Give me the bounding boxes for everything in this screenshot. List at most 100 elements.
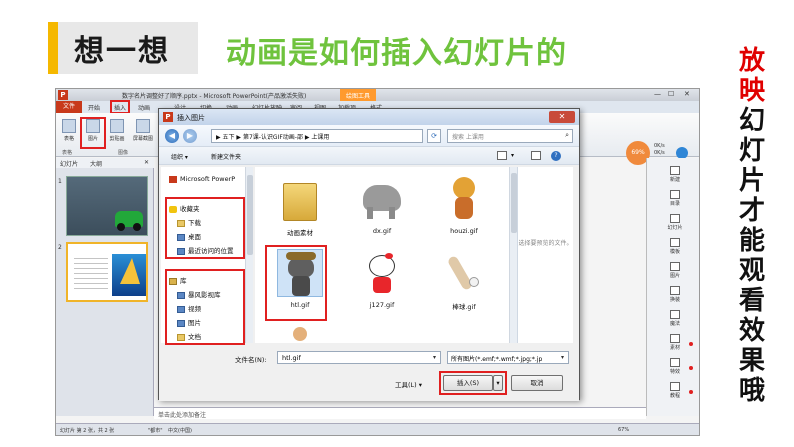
download-speed: 0K/s xyxy=(654,150,665,156)
cancel-button[interactable]: 取消 xyxy=(511,375,563,391)
search-icon: ⌕ xyxy=(565,131,569,139)
context-tool-tab[interactable]: 绘图工具 xyxy=(340,89,377,101)
libraries-highlight xyxy=(165,269,245,345)
dialog-footer: 文件名(N): htl.gif ▾ 所有图片(*.emf;*.wmf;*.jpg… xyxy=(159,345,579,401)
network-stats: 0K/s 0K/s xyxy=(654,143,665,157)
nav-scrollbar[interactable] xyxy=(245,167,253,343)
effects-icon xyxy=(670,358,680,367)
rp-picture-label: 图片 xyxy=(669,273,680,279)
slide-thumbnail-2[interactable] xyxy=(66,242,148,302)
side-note-char: 幻 xyxy=(738,106,765,136)
minimize-icon[interactable]: — xyxy=(654,90,661,98)
slide-info: 幻灯片 第 2 张，共 2 张 xyxy=(60,428,115,434)
refresh-icon[interactable]: ⟳ xyxy=(427,129,441,143)
rp-template[interactable]: 模板 xyxy=(657,238,693,255)
side-note-char: 哦 xyxy=(738,376,765,406)
organize-button[interactable]: 组织 ▾ xyxy=(171,152,188,161)
side-note-char: 映 xyxy=(738,76,765,106)
side-note-char: 能 xyxy=(738,226,765,256)
hello-kitty-picture xyxy=(359,249,405,297)
text-lines xyxy=(74,254,108,290)
favorites-highlight xyxy=(165,197,245,259)
upload-speed: 0K/s xyxy=(654,143,665,149)
preview-pane: 选择要预览的文件。 xyxy=(517,167,573,343)
file-name: 棒球.gif xyxy=(452,303,476,311)
tab-outline[interactable]: 大纲 xyxy=(90,159,102,168)
rp-toc[interactable]: 目录 xyxy=(657,190,693,207)
filename-label: 文件名(N): xyxy=(235,356,267,364)
nav-item-powerpoint[interactable]: Microsoft PowerP xyxy=(169,175,235,183)
rp-material-label: 素材 xyxy=(669,345,680,351)
toc-icon xyxy=(670,190,680,199)
filename-input[interactable]: htl.gif xyxy=(277,351,441,364)
filetype-select[interactable]: 所有图片(*.emf;*.wmf;*.jpg;*.jp xyxy=(447,351,569,364)
help-icon[interactable]: ? xyxy=(551,151,561,161)
rp-picture[interactable]: 图片 xyxy=(657,262,693,279)
notes-pane[interactable]: 单击此处添加备注 xyxy=(154,407,646,419)
insert-tab-highlight xyxy=(110,100,130,114)
file-name: 动画素材 xyxy=(287,229,313,237)
right-tool-pane: 新建 目录 幻灯片 模板 图片 换装 魔法 素材 特效 教程 xyxy=(646,158,699,416)
rp-slides[interactable]: 幻灯片 xyxy=(657,214,693,231)
screenshot-button[interactable]: 屏幕截图 xyxy=(130,119,156,142)
file-item-baseball[interactable]: 棒球.gif xyxy=(433,249,495,311)
slide-thumbnail-1[interactable] xyxy=(66,176,148,236)
rp-magic[interactable]: 魔法 xyxy=(657,310,693,327)
side-note-char: 效 xyxy=(738,316,765,346)
rp-new[interactable]: 新建 xyxy=(657,166,693,183)
rp-tutorial[interactable]: 教程 xyxy=(657,382,693,399)
close-pane-icon[interactable]: ✕ xyxy=(144,159,149,166)
file-name: houzi.gif xyxy=(450,227,478,235)
tab-home[interactable]: 开始 xyxy=(88,103,100,112)
back-button[interactable]: ◀ xyxy=(165,129,179,143)
filename-dropdown-icon[interactable]: ▾ xyxy=(433,354,436,361)
group-label-table: 表格 xyxy=(62,150,73,156)
sail-icon xyxy=(120,258,140,284)
car-icon xyxy=(115,211,143,231)
status-bar: 幻灯片 第 2 张，共 2 张 "都市" 中文(中国) 67% xyxy=(56,423,699,435)
address-field[interactable]: ▶ 五下 ▶ 第7课-认识GIF动画-邵 ▶ 上课用 xyxy=(211,129,423,143)
side-note-char: 放 xyxy=(738,46,765,76)
dialog-toolbar: 组织 ▾ 新建文件夹 ▾ ? xyxy=(159,147,579,165)
file-item-j127[interactable]: j127.gif xyxy=(351,249,413,309)
maximize-icon[interactable]: ☐ xyxy=(668,90,674,98)
file-item-folder[interactable]: 动画素材 xyxy=(269,175,331,237)
view-dropdown-icon[interactable]: ▾ xyxy=(511,152,514,159)
view-icon[interactable] xyxy=(497,151,507,160)
search-input[interactable]: 搜索 上课用 ⌕ xyxy=(447,129,573,143)
slide-thumbnails-pane: 幻灯片 大纲 ✕ 1 2 xyxy=(56,158,154,416)
file-item-houzi[interactable]: houzi.gif xyxy=(433,175,495,235)
filetype-dropdown-icon[interactable]: ▾ xyxy=(561,354,564,361)
file-item-partial[interactable] xyxy=(269,323,331,345)
tab-slides[interactable]: 幻灯片 xyxy=(60,159,78,168)
dialog-close-button[interactable]: ✕ xyxy=(549,111,575,123)
nav-scroll-thumb[interactable] xyxy=(247,175,253,255)
rp-change[interactable]: 换装 xyxy=(657,286,693,303)
rp-effects-label: 特效 xyxy=(669,369,680,375)
zoom-level[interactable]: 67% xyxy=(618,427,629,433)
preview-pane-icon[interactable] xyxy=(531,151,541,160)
tab-animation-1[interactable]: 动画 xyxy=(138,103,150,112)
file-name: dx.gif xyxy=(372,227,392,235)
monkey-picture xyxy=(441,175,487,223)
nav-item-label: Microsoft PowerP xyxy=(180,175,236,183)
tools-button[interactable]: 工具(L) ▾ xyxy=(395,379,422,389)
clipart-button[interactable]: 剪贴画 xyxy=(106,119,128,142)
close-icon[interactable]: ✕ xyxy=(684,90,690,98)
rp-magic-label: 魔法 xyxy=(669,321,680,327)
thumbnail-tabs: 幻灯片 大纲 ✕ xyxy=(56,158,154,168)
file-item-dx[interactable]: dx.gif xyxy=(351,175,413,235)
rp-material[interactable]: 素材 xyxy=(657,334,693,351)
new-folder-button[interactable]: 新建文件夹 xyxy=(211,152,241,161)
file-scrollbar[interactable] xyxy=(509,167,517,343)
group-label-images: 图像 xyxy=(118,150,129,156)
side-note: 放 映 幻 灯 片 才 能 观 看 效 果 哦 xyxy=(734,46,770,406)
rp-effects[interactable]: 特效 xyxy=(657,358,693,375)
tab-file[interactable]: 文件 xyxy=(56,101,82,113)
side-note-char: 果 xyxy=(738,346,765,376)
dialog-title-bar: P 插入图片 ✕ xyxy=(159,109,579,125)
ppt-window-title: 数字名片调整好了顺序.pptx - Microsoft PowerPoint(产… xyxy=(122,93,307,100)
forward-button[interactable]: ▶ xyxy=(183,129,197,143)
file-name: j127.gif xyxy=(369,301,395,309)
table-button[interactable]: 表格 xyxy=(60,119,78,142)
